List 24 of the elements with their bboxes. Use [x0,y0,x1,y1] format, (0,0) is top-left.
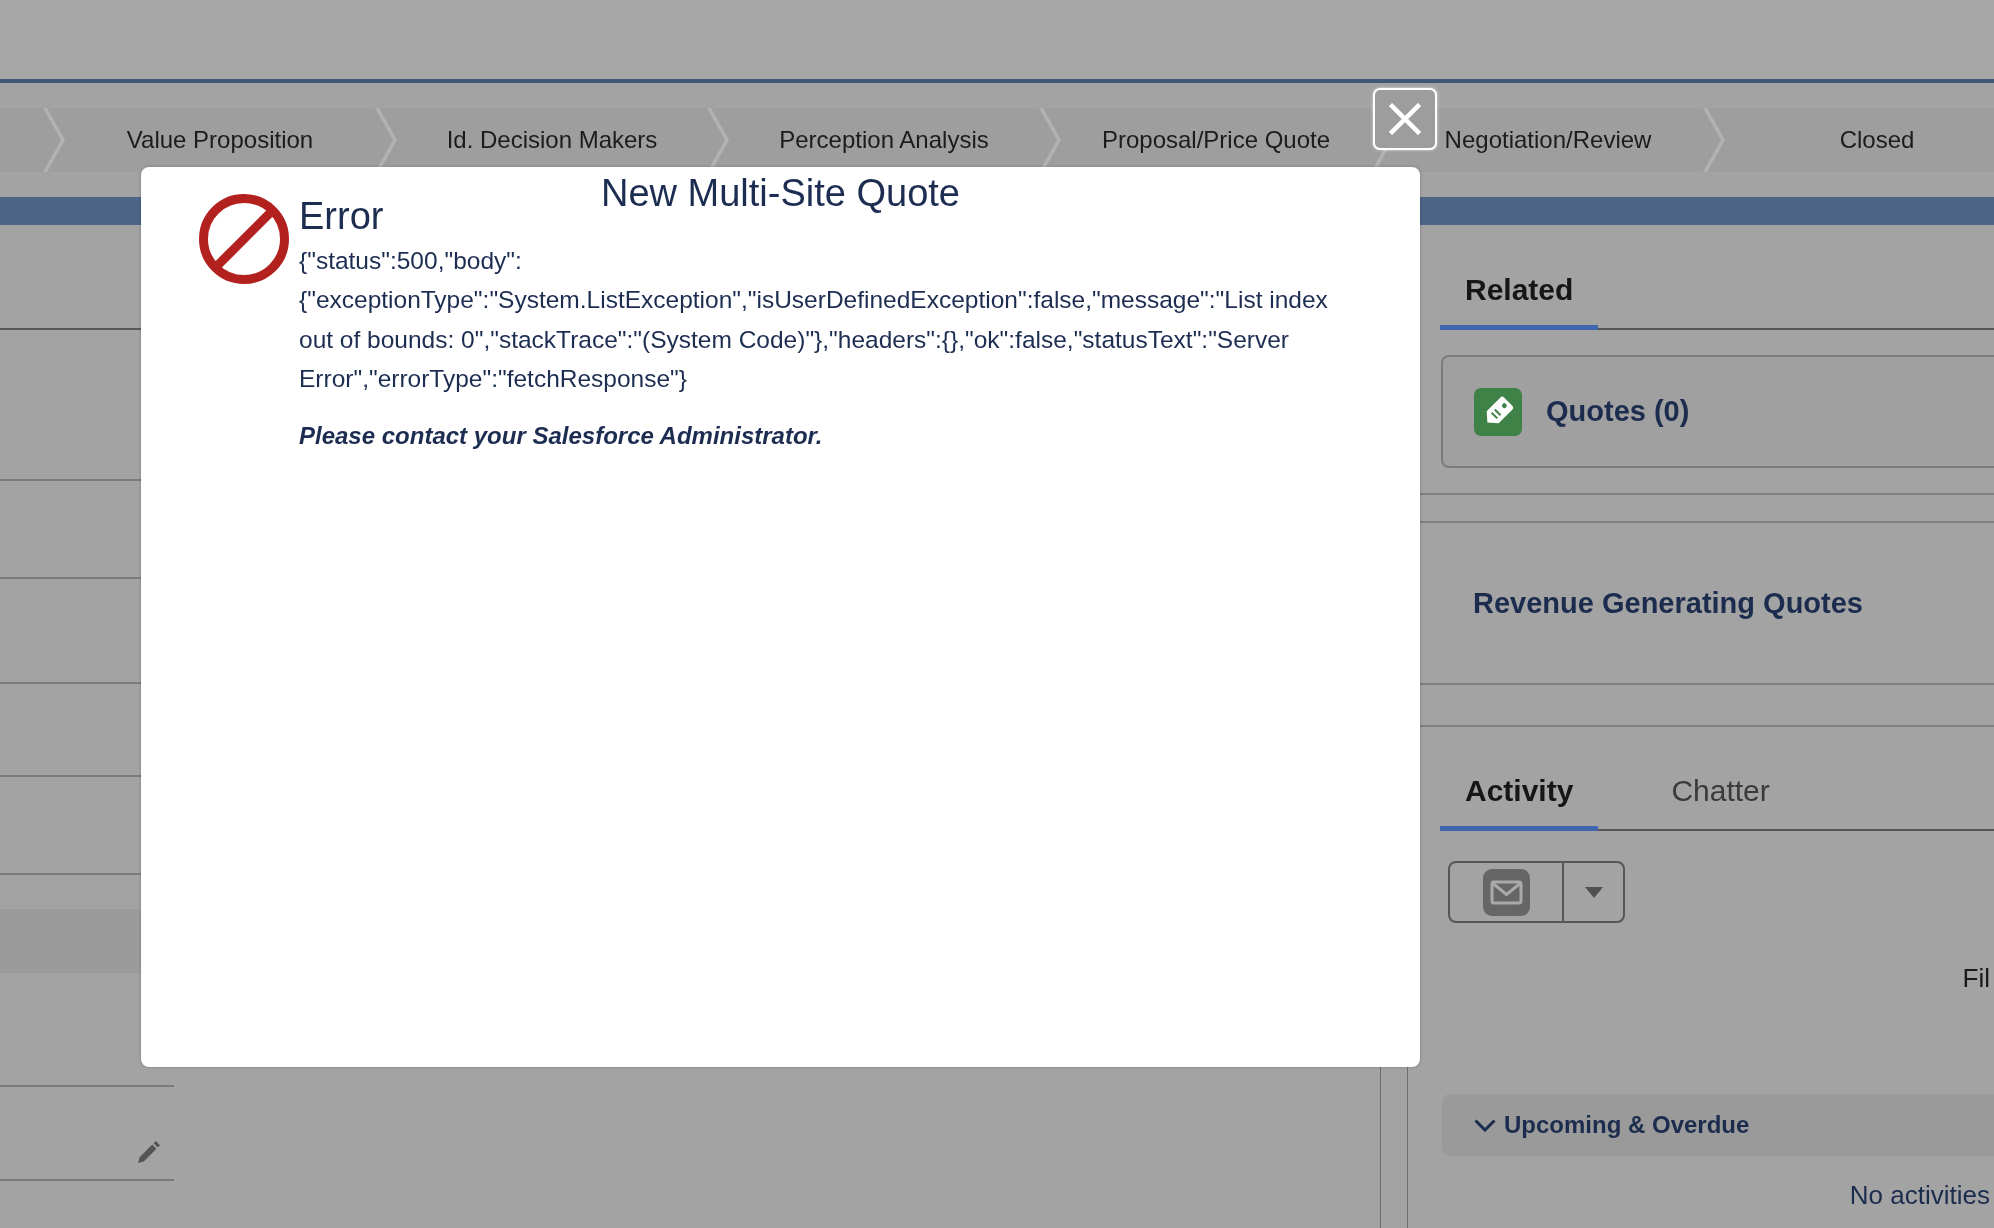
empty-message: No activities [1849,1181,1990,1209]
envelope-icon [1482,868,1530,916]
tab[interactable]: Related [1440,262,1599,330]
path-stage[interactable]: Closed [1707,108,1994,172]
error-details: {"status":500,"body":{"exceptionType":"System.ListException","isUserDefinedException":false,"message":"List index out of bounds: 0","stackTrace":"(System Code)"},"headers":{},"ok":false,"statusText":"Server Error","errorType":"fetchResponse"} [299,246,1329,395]
pencil-icon[interactable] [138,1141,160,1163]
error-heading: Error [299,194,384,238]
chevron-icon [1474,1118,1496,1132]
error-advice: Please contact your Salesforce Administrator. [299,420,823,451]
card-title: Revenue Generating Quotes [1473,586,1863,620]
close-button[interactable] [1373,88,1437,150]
related-list-link[interactable]: Quotes (0) [1546,395,1690,428]
section-toggle[interactable]: Upcoming & Overdue [1442,1094,1994,1156]
tab[interactable]: Chatter [1646,763,1795,831]
close-icon [1389,103,1421,135]
caret-icon [1584,886,1603,898]
modal-title: New Multi-Site Quote [601,171,960,216]
filter-text: Fil [1962,964,1990,992]
tag-icon [1474,387,1522,436]
path-stage[interactable]: Value Proposition [47,108,393,172]
email-button[interactable] [1448,861,1563,923]
prohibition-icon [199,194,289,284]
dropdown-button[interactable] [1563,861,1625,923]
tab[interactable]: Activity [1440,763,1599,831]
